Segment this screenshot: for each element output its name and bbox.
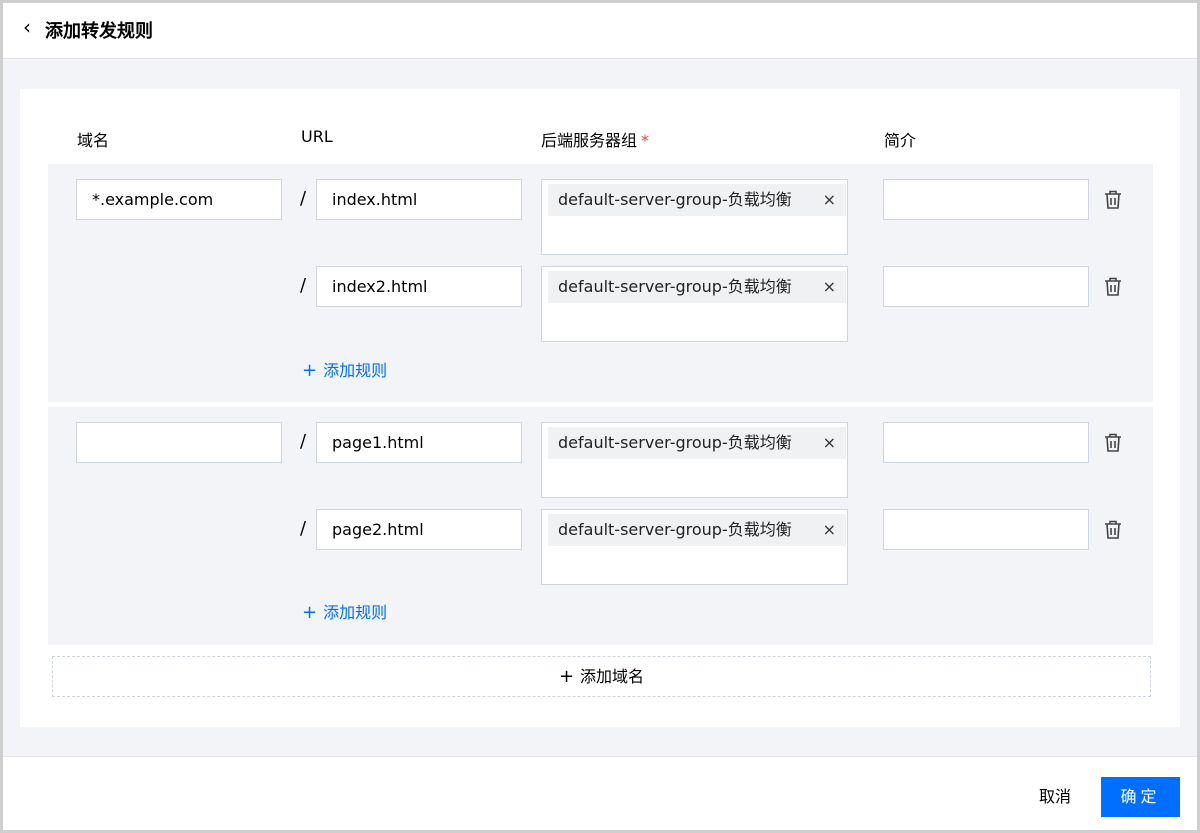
trash-icon[interactable]: [1104, 190, 1122, 210]
server-group-select[interactable]: default-server-group-负载均衡 ×: [541, 509, 848, 585]
description-input[interactable]: [883, 422, 1089, 463]
window-frame: ‹ 添加转发规则 域名 URL 后端服务器组 * 简介 *.example.com…: [0, 0, 1200, 833]
add-domain-label: 添加域名: [580, 667, 645, 686]
cancel-button[interactable]: 取消: [1023, 777, 1087, 817]
description-input[interactable]: [883, 509, 1089, 550]
server-group-tag-label: default-server-group-负载均衡: [558, 190, 792, 209]
plus-icon: +: [302, 602, 318, 623]
description-input[interactable]: [883, 179, 1089, 220]
page-title: 添加转发规则: [45, 21, 153, 42]
server-group-tag-label: default-server-group-负载均衡: [558, 277, 792, 296]
add-domain-button[interactable]: + 添加域名: [52, 656, 1151, 697]
url-input[interactable]: page2.html: [316, 509, 522, 550]
column-header-domain: 域名: [77, 131, 110, 150]
server-group-select[interactable]: default-server-group-负载均衡 ×: [541, 266, 848, 342]
add-rule-label: 添加规则: [323, 361, 388, 380]
server-group-tag: default-server-group-负载均衡 ×: [548, 427, 846, 459]
domain-input[interactable]: [76, 422, 282, 463]
page-header: ‹ 添加转发规则: [3, 3, 1197, 59]
page-footer: 取消 确定: [3, 756, 1197, 830]
column-header-url: URL: [301, 127, 333, 146]
plus-icon: +: [302, 360, 318, 381]
url-separator: /: [300, 518, 307, 539]
url-separator: /: [300, 275, 307, 296]
trash-icon[interactable]: [1104, 520, 1122, 540]
server-group-tag-label: default-server-group-负载均衡: [558, 520, 792, 539]
description-input[interactable]: [883, 266, 1089, 307]
server-group-select[interactable]: default-server-group-负载均衡 ×: [541, 422, 848, 498]
server-group-tag: default-server-group-负载均衡 ×: [548, 514, 846, 546]
server-group-select[interactable]: default-server-group-负载均衡 ×: [541, 179, 848, 255]
server-group-tag: default-server-group-负载均衡 ×: [548, 271, 846, 303]
trash-icon[interactable]: [1104, 433, 1122, 453]
url-input[interactable]: page1.html: [316, 422, 522, 463]
close-icon[interactable]: ×: [823, 514, 836, 546]
add-rule-button[interactable]: + 添加规则: [302, 357, 387, 381]
confirm-button[interactable]: 确定: [1101, 777, 1180, 817]
add-rule-button[interactable]: + 添加规则: [302, 599, 387, 623]
chevron-left-icon[interactable]: ‹: [23, 15, 31, 39]
column-header-server-group: 后端服务器组 *: [541, 127, 649, 151]
url-input[interactable]: index.html: [316, 179, 522, 220]
close-icon[interactable]: ×: [823, 184, 836, 216]
close-icon[interactable]: ×: [823, 427, 836, 459]
plus-icon: +: [558, 666, 575, 687]
column-header-server-group-label: 后端服务器组: [541, 131, 638, 150]
url-separator: /: [300, 431, 307, 452]
required-mark: *: [641, 131, 650, 150]
url-separator: /: [300, 188, 307, 209]
add-rule-label: 添加规则: [323, 603, 388, 622]
server-group-tag: default-server-group-负载均衡 ×: [548, 184, 846, 216]
domain-input[interactable]: *.example.com: [76, 179, 282, 220]
url-input[interactable]: index2.html: [316, 266, 522, 307]
server-group-tag-label: default-server-group-负载均衡: [558, 433, 792, 452]
trash-icon[interactable]: [1104, 277, 1122, 297]
column-header-description: 简介: [884, 131, 917, 150]
close-icon[interactable]: ×: [823, 271, 836, 303]
